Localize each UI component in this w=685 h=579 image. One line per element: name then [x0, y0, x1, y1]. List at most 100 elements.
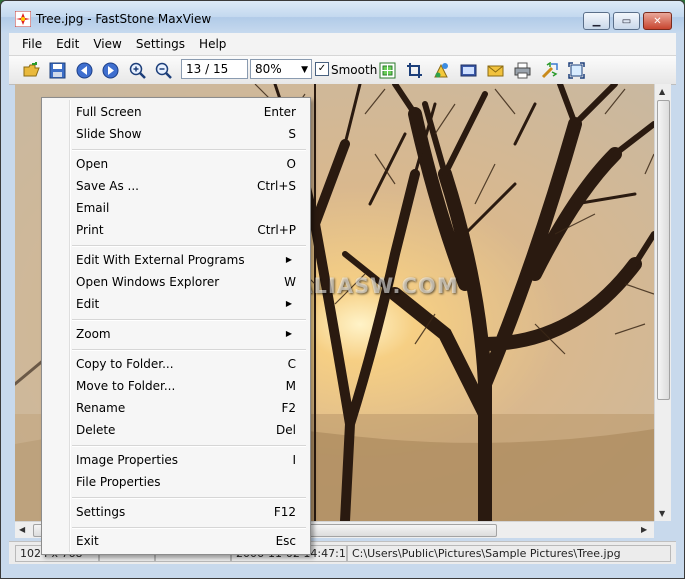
save-icon[interactable]: [49, 62, 66, 79]
scroll-right-icon[interactable]: ▶: [641, 525, 647, 534]
settings-icon[interactable]: [541, 62, 558, 79]
menu-separator: [72, 527, 306, 529]
menu-item-label: Move to Folder...: [76, 379, 176, 393]
menu-item-label: File Properties: [76, 475, 161, 489]
menu-separator: [72, 445, 306, 447]
menu-item-shortcut: Enter: [263, 105, 296, 119]
paint-icon[interactable]: [433, 62, 450, 79]
resize-icon[interactable]: [379, 62, 396, 79]
menu-item-edit[interactable]: Edit ▶: [76, 293, 296, 315]
menu-item-label: Rename: [76, 401, 126, 415]
menu-item-shortcut: F2: [281, 401, 296, 415]
open-folder-icon[interactable]: [23, 62, 40, 79]
minimize-icon: ▁: [592, 15, 601, 27]
menu-item-shortcut: I: [292, 453, 296, 467]
smooth-label: Smooth: [331, 63, 378, 77]
menu-separator: [72, 497, 306, 499]
menu-item-label: Copy to Folder...: [76, 357, 174, 371]
menu-separator: [72, 349, 306, 351]
menu-item-shortcut: Esc: [275, 534, 296, 548]
email-icon[interactable]: [487, 62, 504, 79]
zoom-in-icon[interactable]: [129, 62, 146, 79]
toolbar: 13 / 15 80% ▼ ✓ Smooth: [9, 55, 676, 85]
smooth-checkbox[interactable]: ✓: [315, 62, 329, 76]
scroll-up-icon[interactable]: ▲: [659, 87, 665, 96]
menu-item-shortcut: Ctrl+P: [257, 223, 296, 237]
page-counter-text: 13 / 15: [186, 62, 229, 76]
vertical-scrollbar[interactable]: ▲ ▼: [654, 84, 671, 521]
submenu-arrow-icon: ▶: [285, 329, 292, 338]
menu-separator: [72, 245, 306, 247]
app-logo-icon: [15, 11, 31, 27]
menu-item-label: Save As ...: [76, 179, 139, 193]
vertical-scroll-thumb[interactable]: [657, 100, 670, 400]
menu-item-open[interactable]: Open O: [76, 153, 296, 175]
menu-item-slide-show[interactable]: Slide Show S: [76, 123, 296, 145]
fullscreen-icon[interactable]: [568, 62, 585, 79]
minimize-button[interactable]: ▁: [583, 12, 610, 30]
menu-item-print[interactable]: Print Ctrl+P: [76, 219, 296, 241]
maximize-button[interactable]: ▭: [613, 12, 640, 30]
menu-edit[interactable]: Edit: [49, 37, 86, 51]
zoom-value: 80%: [255, 62, 282, 76]
menu-item-copy-to-folder[interactable]: Copy to Folder... C: [76, 353, 296, 375]
menu-item-file-properties[interactable]: File Properties: [76, 471, 296, 493]
menu-item-shortcut: W: [284, 275, 296, 289]
menu-item-label: Print: [76, 223, 104, 237]
close-icon: ✕: [653, 15, 662, 27]
submenu-arrow-icon: ▶: [285, 299, 292, 308]
menu-item-shortcut: Del: [276, 423, 296, 437]
menu-item-delete[interactable]: Delete Del: [76, 419, 296, 441]
menu-item-shortcut: F12: [273, 505, 296, 519]
close-button[interactable]: ✕: [643, 12, 672, 30]
menu-item-label: Email: [76, 201, 110, 215]
menu-gutter: [69, 100, 71, 552]
menu-item-label: Slide Show: [76, 127, 142, 141]
menu-item-exit[interactable]: Exit Esc: [76, 530, 296, 552]
context-menu: Full Screen Enter Slide Show S Open O Sa…: [41, 97, 311, 555]
print-icon[interactable]: [514, 62, 531, 79]
menu-item-settings[interactable]: Settings F12: [76, 501, 296, 523]
menu-item-label: Full Screen: [76, 105, 142, 119]
status-path: C:\Users\Public\Pictures\Sample Pictures…: [347, 545, 671, 562]
menu-item-label: Edit: [76, 297, 100, 311]
scroll-left-icon[interactable]: ◀: [19, 525, 25, 534]
menu-item-save-as[interactable]: Save As ... Ctrl+S: [76, 175, 296, 197]
menu-item-label: Exit: [76, 534, 99, 548]
menu-settings[interactable]: Settings: [129, 37, 192, 51]
menu-help[interactable]: Help: [192, 37, 233, 51]
checkmark-icon: ✓: [317, 63, 327, 74]
zoom-select[interactable]: 80% ▼: [250, 59, 312, 79]
menu-separator: [72, 149, 306, 151]
scroll-down-icon[interactable]: ▼: [659, 509, 665, 518]
menu-item-shortcut: M: [285, 379, 296, 393]
menu-item-full-screen[interactable]: Full Screen Enter: [76, 101, 296, 123]
previous-icon[interactable]: [76, 62, 93, 79]
menu-item-shortcut: C: [287, 357, 296, 371]
menu-item-shortcut: O: [286, 157, 296, 171]
menu-item-zoom[interactable]: Zoom ▶: [76, 323, 296, 345]
window-title: Tree.jpg - FastStone MaxView: [36, 12, 212, 26]
maximize-icon: ▭: [621, 15, 632, 27]
menu-item-image-properties[interactable]: Image Properties I: [76, 449, 296, 471]
menu-item-label: Open: [76, 157, 109, 171]
title-bar[interactable]: Tree.jpg - FastStone MaxView ▁ ▭ ✕: [1, 1, 684, 33]
menu-file[interactable]: File: [9, 37, 49, 51]
crop-icon[interactable]: [406, 62, 423, 79]
menu-item-open-explorer[interactable]: Open Windows Explorer W: [76, 271, 296, 293]
zoom-out-icon[interactable]: [155, 62, 172, 79]
submenu-arrow-icon: ▶: [285, 255, 292, 264]
menu-item-edit-external[interactable]: Edit With External Programs ▶: [76, 249, 296, 271]
menu-item-label: Zoom: [76, 327, 111, 341]
menu-separator: [72, 319, 306, 321]
menu-view[interactable]: View: [86, 37, 128, 51]
menu-item-rename[interactable]: Rename F2: [76, 397, 296, 419]
menu-item-move-to-folder[interactable]: Move to Folder... M: [76, 375, 296, 397]
page-counter[interactable]: 13 / 15: [181, 59, 248, 79]
menu-item-label: Image Properties: [76, 453, 179, 467]
next-icon[interactable]: [102, 62, 119, 79]
menu-bar: File Edit View Settings Help: [9, 33, 676, 55]
filmstrip-icon[interactable]: [460, 62, 477, 79]
menu-item-label: Edit With External Programs: [76, 253, 245, 267]
menu-item-email[interactable]: Email: [76, 197, 296, 219]
